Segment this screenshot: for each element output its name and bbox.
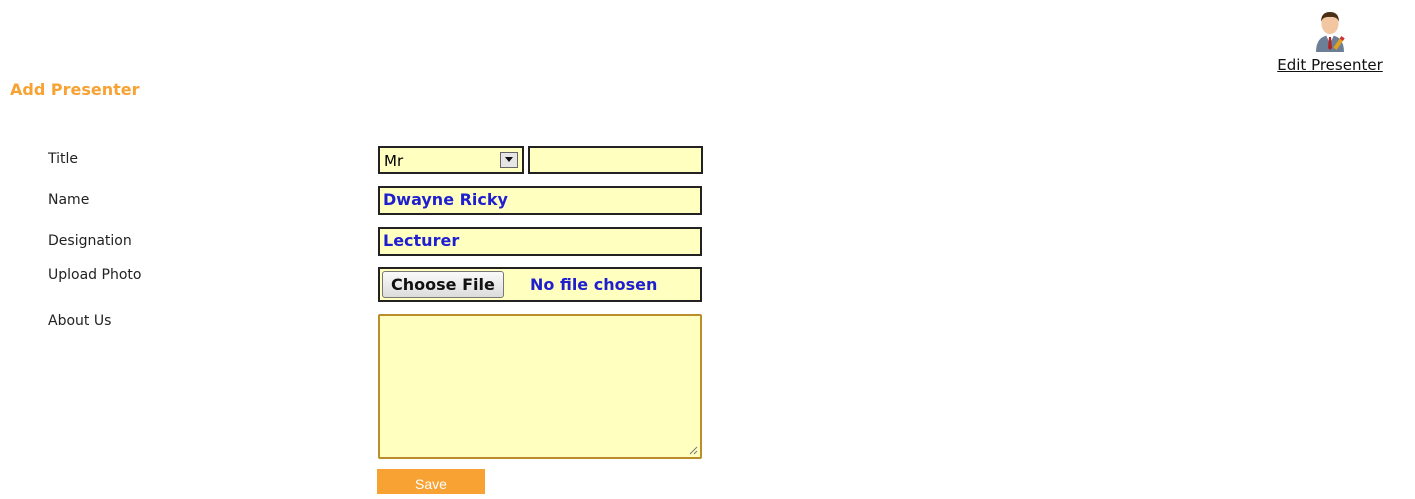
about-us-textarea[interactable] xyxy=(378,314,702,459)
file-status-text: No file chosen xyxy=(530,275,658,294)
save-button[interactable]: Save xyxy=(377,469,485,494)
title-label: Title xyxy=(48,151,79,167)
photo-file-input[interactable]: Choose File No file chosen xyxy=(378,267,702,302)
title-other-input[interactable] xyxy=(528,146,703,174)
designation-input[interactable]: Lecturer xyxy=(378,227,702,256)
title-select[interactable]: Mr xyxy=(378,146,524,174)
choose-file-button[interactable]: Choose File xyxy=(382,271,504,298)
name-input[interactable]: Dwayne Ricky xyxy=(378,186,702,215)
presenter-edit-icon xyxy=(1316,12,1345,52)
edit-presenter-label: Edit Presenter xyxy=(1277,56,1383,74)
upload-photo-label: Upload Photo xyxy=(48,267,142,283)
name-label: Name xyxy=(48,192,90,208)
dropdown-arrow-icon[interactable] xyxy=(500,152,518,168)
edit-presenter-link[interactable]: Edit Presenter xyxy=(1262,6,1398,74)
designation-label: Designation xyxy=(48,233,132,249)
resize-grip-icon[interactable] xyxy=(688,445,698,455)
title-select-value: Mr xyxy=(384,152,404,170)
about-us-label: About Us xyxy=(48,313,112,329)
page-title: Add Presenter xyxy=(10,80,140,99)
